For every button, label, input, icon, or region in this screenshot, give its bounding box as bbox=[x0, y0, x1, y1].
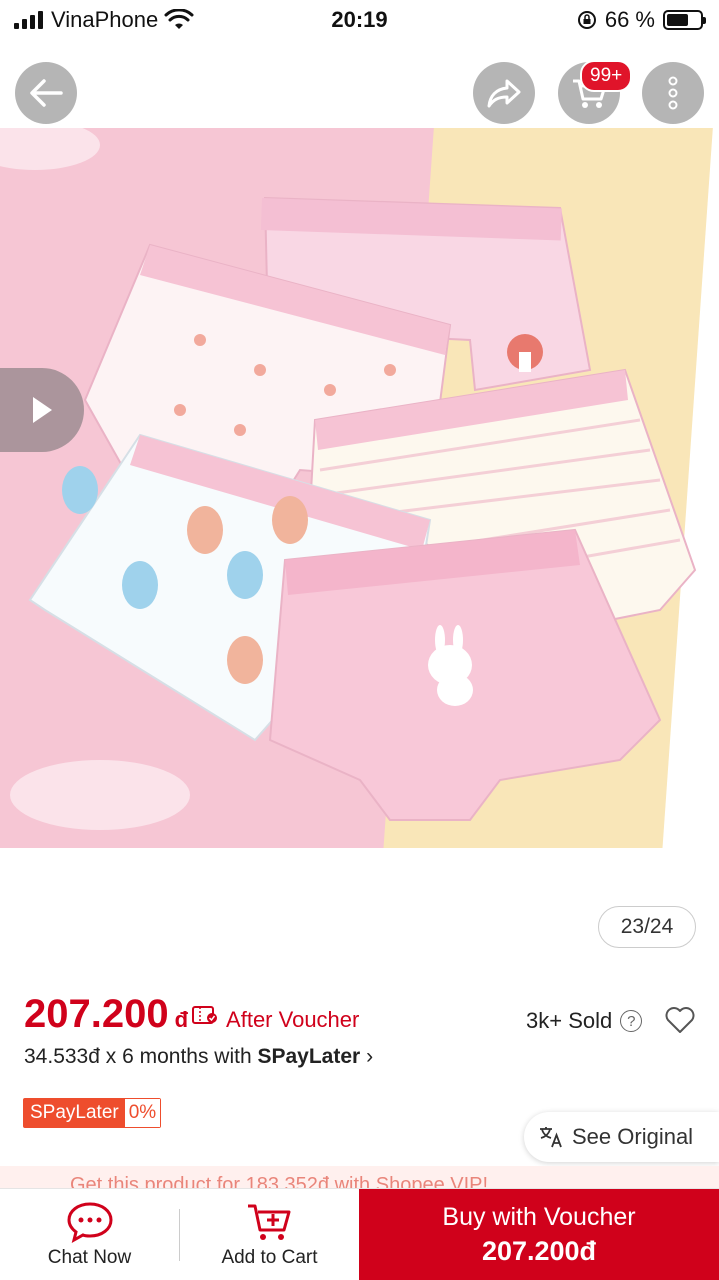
chat-now-button[interactable]: Chat Now bbox=[0, 1189, 179, 1280]
back-button[interactable] bbox=[15, 62, 77, 124]
installment-brand: SPayLater bbox=[257, 1045, 361, 1068]
buy-price: 207.200đ bbox=[481, 1236, 597, 1266]
product-illustration bbox=[28, 196, 697, 821]
installment-text: 34.533đ x 6 months with bbox=[24, 1045, 258, 1068]
product-price: 207.200 bbox=[24, 992, 169, 1036]
wifi-icon bbox=[164, 9, 194, 29]
image-counter: 23/24 bbox=[598, 906, 696, 948]
add-cart-icon bbox=[247, 1204, 290, 1240]
share-button[interactable] bbox=[473, 62, 535, 124]
chat-now-label: Chat Now bbox=[47, 1246, 132, 1268]
voucher-icon bbox=[192, 1005, 218, 1024]
translate-icon bbox=[540, 1127, 562, 1148]
installment-info[interactable]: 34.533đ x 6 months with SPayLater › bbox=[24, 1045, 373, 1069]
play-icon bbox=[33, 397, 52, 423]
spaylater-tag: SPayLater 0% bbox=[23, 1098, 162, 1128]
clock: 20:19 bbox=[331, 7, 388, 32]
cart-count-badge: 99+ bbox=[580, 60, 633, 92]
sold-count: 3k+ Sold ? bbox=[526, 1008, 643, 1034]
chat-icon bbox=[66, 1201, 113, 1243]
buy-with-voucher-label: Buy with Voucher bbox=[442, 1203, 636, 1231]
spaylater-tag-rate: 0% bbox=[124, 1099, 161, 1127]
spaylater-tag-label: SPayLater bbox=[24, 1099, 125, 1127]
carrier-name: VinaPhone bbox=[51, 7, 159, 32]
after-voucher-label: After Voucher bbox=[226, 1007, 360, 1032]
buy-with-voucher-button[interactable]: Buy with Voucher 207.200đ bbox=[359, 1189, 719, 1280]
help-icon[interactable]: ? bbox=[620, 1010, 643, 1032]
rotation-lock-icon bbox=[577, 11, 596, 29]
vip-promo-strip[interactable]: Get this product for 183.352đ with Shope… bbox=[0, 1166, 719, 1190]
add-to-cart-label: Add to Cart bbox=[221, 1246, 318, 1268]
more-button[interactable] bbox=[642, 62, 704, 124]
right-status: 66 % bbox=[577, 7, 706, 33]
add-to-cart-button[interactable]: Add to Cart bbox=[180, 1189, 359, 1280]
play-video-button[interactable] bbox=[0, 368, 84, 452]
share-icon bbox=[487, 79, 521, 108]
product-page: VinaPhone 20:19 66 % 99+ 23/24 207.200 đ… bbox=[0, 0, 719, 1280]
battery-percent: 66 % bbox=[604, 7, 655, 32]
product-image[interactable] bbox=[0, 40, 719, 848]
arrow-left-icon bbox=[30, 79, 63, 107]
see-original-label: See Original bbox=[572, 1124, 694, 1149]
see-original-button[interactable]: See Original bbox=[524, 1112, 719, 1162]
signal-icon bbox=[14, 11, 43, 29]
more-vertical-icon bbox=[668, 76, 678, 110]
battery-icon bbox=[663, 10, 706, 30]
status-bar: VinaPhone 20:19 66 % bbox=[0, 0, 719, 40]
chevron-right-icon: › bbox=[366, 1045, 374, 1068]
price-row: 207.200 đ After Voucher bbox=[24, 992, 359, 1037]
heart-icon[interactable] bbox=[665, 1006, 695, 1034]
price-currency: đ bbox=[174, 1007, 189, 1032]
sold-count-text: 3k+ Sold bbox=[526, 1008, 613, 1033]
battery-fill bbox=[667, 14, 689, 26]
bottom-action-bar: Chat Now Add to Cart Buy with Voucher 20… bbox=[0, 1188, 719, 1280]
